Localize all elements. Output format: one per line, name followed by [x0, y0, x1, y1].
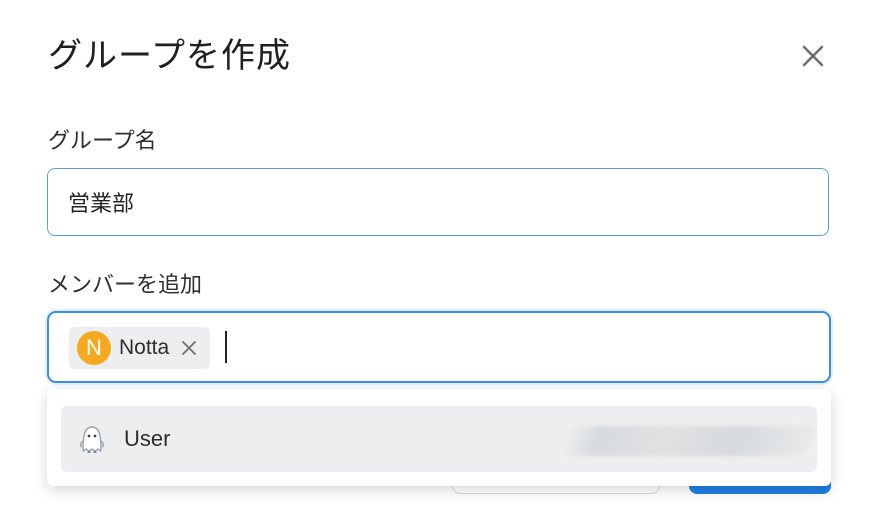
remove-member-button[interactable] [179, 338, 199, 358]
dropdown-option-label: User [124, 426, 171, 451]
group-name-label: グループ名 [48, 129, 157, 154]
close-icon [182, 341, 196, 355]
close-button[interactable] [797, 40, 829, 72]
member-suggestions-dropdown: User [47, 389, 831, 486]
avatar: N [77, 331, 111, 365]
group-name-input[interactable] [47, 168, 829, 236]
dropdown-option-user[interactable]: User [61, 406, 817, 472]
member-chip: N Notta [69, 327, 210, 369]
create-group-dialog: グループを作成 グループ名 メンバーを追加 N Notta [0, 0, 874, 520]
add-members-label: メンバーを追加 [48, 273, 203, 298]
close-icon [802, 45, 824, 67]
text-caret [225, 331, 227, 363]
member-chip-label: Notta [119, 336, 170, 359]
redacted-email [561, 426, 816, 456]
ghost-avatar-icon [79, 426, 105, 453]
dialog-title: グループを作成 [48, 36, 291, 76]
member-picker-input[interactable]: N Notta [47, 311, 831, 383]
